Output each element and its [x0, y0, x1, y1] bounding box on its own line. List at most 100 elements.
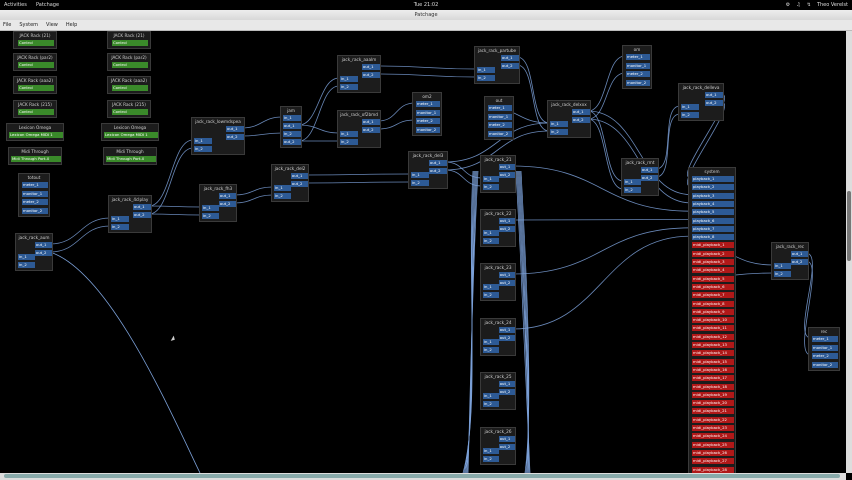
port-control[interactable]: Control: [112, 109, 148, 115]
port-out-1[interactable]: out_1: [705, 92, 723, 98]
module-om[interactable]: om meter_1 monitor_1 meter_2 monitor_2: [622, 45, 652, 89]
bluetooth-icon[interactable]: ↯: [807, 2, 811, 8]
port-in-2[interactable]: in_2: [18, 262, 36, 268]
port-in-1[interactable]: in_1: [340, 131, 358, 137]
port-midi-playback-6[interactable]: midi_playback_6: [692, 283, 734, 290]
connection-wire[interactable]: [465, 170, 477, 473]
port-midi-playback-28[interactable]: midi_playback_28: [692, 466, 734, 473]
port-midi-playback-16[interactable]: midi_playback_16: [692, 366, 734, 373]
port-midi-playback-10[interactable]: midi_playback_10: [692, 317, 734, 324]
module-system[interactable]: system playback_1 playback_2 playback_3 play…: [688, 167, 736, 473]
module-jack-rack-24[interactable]: jack_rack_24 out_1 out_2 in_1 in_2: [480, 318, 516, 356]
port-out-1[interactable]: out_1: [34, 242, 52, 248]
port-in-2[interactable]: in_2: [202, 213, 220, 219]
port-in-1[interactable]: in_1: [483, 230, 500, 236]
connection-wire[interactable]: [512, 165, 692, 212]
port-midi-playback-25[interactable]: midi_playback_25: [692, 441, 734, 448]
port-monitor-2[interactable]: monitor_2: [416, 126, 440, 133]
port-midi-playback-5[interactable]: midi_playback_5: [692, 275, 734, 282]
port-midi-playback-26[interactable]: midi_playback_26: [692, 449, 734, 456]
port-midi-playback-20[interactable]: midi_playback_20: [692, 400, 734, 407]
menu-system[interactable]: System: [19, 20, 38, 30]
connection-wire[interactable]: [587, 118, 624, 190]
port-in-1[interactable]: in_1: [483, 176, 500, 182]
module-jack-rack-21[interactable]: JACK Rack (21) Control: [13, 31, 57, 49]
port-in-1[interactable]: in_1: [483, 393, 500, 399]
port-out-2[interactable]: out_2: [429, 168, 447, 174]
port-out-2[interactable]: out_2: [572, 117, 590, 123]
port-in-2[interactable]: in_2: [681, 112, 699, 118]
port-out-2[interactable]: out_2: [498, 226, 515, 232]
module-jack-rack-del2[interactable]: jack_rack_del2 out_1 out_2 in_1 in_2: [271, 164, 309, 202]
port-out-2[interactable]: out_2: [362, 72, 380, 78]
connection-wire[interactable]: [233, 186, 274, 196]
port-in-2[interactable]: in_2: [483, 401, 500, 407]
port-lexicon-omega-midi-1[interactable]: Lexicon Omega MIDI 1: [104, 132, 158, 138]
port-lexicon-omega-midi-1[interactable]: Lexicon Omega MIDI 1: [9, 132, 63, 138]
port-in-2[interactable]: in_2: [283, 131, 301, 137]
port-midi-playback-4[interactable]: midi_playback_4: [692, 267, 734, 274]
port-in-2[interactable]: in_2: [483, 238, 500, 244]
vertical-scroll-thumb[interactable]: [847, 191, 851, 261]
clock[interactable]: Tue 21:02: [0, 2, 852, 8]
port-monitor-2[interactable]: monitor_2: [22, 207, 48, 214]
port-in-1[interactable]: in_1: [202, 205, 220, 211]
port-out-1[interactable]: out_1: [429, 160, 447, 166]
port-playback-6[interactable]: playback_6: [692, 217, 734, 224]
connection-wire[interactable]: [377, 73, 477, 78]
port-in-1[interactable]: in_1: [411, 172, 429, 178]
port-meter-2[interactable]: meter_2: [626, 71, 650, 77]
module-out[interactable]: out meter_1 monitor_1 meter_2 monitor_2: [484, 96, 514, 140]
connection-wire[interactable]: [587, 55, 626, 112]
port-out-2[interactable]: out_2: [218, 201, 236, 207]
port-out-1[interactable]: out_1: [501, 55, 519, 61]
port-out-2[interactable]: out_2: [498, 280, 515, 286]
port-out-2[interactable]: out_2: [498, 172, 515, 178]
port-in-1[interactable]: in_1: [681, 104, 699, 110]
patch-canvas[interactable]: JACK Rack (21) Control JACK Rack (21) Contr…: [0, 31, 846, 473]
module-jack-rack-aum[interactable]: jack_rack_aum out_1 out_2 in_1 in_2: [15, 233, 53, 271]
port-midi-playback-13[interactable]: midi_playback_13: [692, 342, 734, 348]
port-meter-1[interactable]: meter_1: [416, 101, 440, 107]
port-control[interactable]: Control: [18, 109, 54, 115]
port-in-2[interactable]: in_2: [483, 347, 500, 353]
connection-wire[interactable]: [377, 102, 416, 122]
port-in-1[interactable]: in_1: [283, 115, 301, 121]
module-lexicon-omega[interactable]: Lexicon Omega Lexicon Omega MIDI 1: [101, 123, 159, 141]
port-out-2[interactable]: out_2: [283, 139, 301, 145]
port-in-1[interactable]: in_1: [111, 216, 129, 222]
port-midi-playback-23[interactable]: midi_playback_23: [692, 425, 734, 431]
port-midi-playback-7[interactable]: midi_playback_7: [692, 292, 734, 299]
connection-wire[interactable]: [241, 116, 283, 129]
connection-wire[interactable]: [512, 219, 692, 221]
port-out-2[interactable]: out_2: [640, 175, 658, 181]
connection-wire[interactable]: [587, 72, 626, 120]
port-control[interactable]: Control: [18, 62, 54, 68]
user-menu[interactable]: Theo Verelst: [817, 2, 848, 8]
port-midi-playback-17[interactable]: midi_playback_17: [692, 375, 734, 382]
port-midi-playback-11[interactable]: midi_playback_11: [692, 325, 734, 332]
menu-help[interactable]: Help: [66, 20, 77, 30]
port-out-2[interactable]: out_2: [705, 100, 723, 106]
connection-wire[interactable]: [377, 119, 416, 130]
port-out-2[interactable]: out_2: [290, 181, 308, 187]
port-in-2[interactable]: in_2: [340, 84, 358, 90]
port-control[interactable]: Control: [112, 62, 148, 68]
port-meter-2[interactable]: meter_2: [488, 122, 512, 128]
vertical-scrollbar[interactable]: [846, 31, 852, 473]
port-in-1[interactable]: in_1: [483, 284, 500, 290]
module-jack-rack-215[interactable]: JACK Rack (215) Control: [13, 100, 57, 118]
module-jack-rack-of2bmd[interactable]: jack_rack_of2bmd out_1 out_2 in_1 in_2: [337, 110, 381, 148]
port-out-1[interactable]: out_1: [362, 64, 380, 70]
port-monitor-1[interactable]: monitor_1: [416, 109, 440, 116]
port-out-1[interactable]: out_1: [498, 272, 515, 278]
connection-wire[interactable]: [305, 173, 411, 176]
port-midi-through-port-0[interactable]: Midi Through Port-0: [106, 156, 156, 162]
port-in-2[interactable]: in_2: [550, 129, 568, 135]
port-midi-playback-22[interactable]: midi_playback_22: [692, 416, 734, 423]
port-playback-7[interactable]: playback_7: [692, 225, 734, 232]
port-in-1[interactable]: in_1: [483, 448, 500, 454]
port-control[interactable]: Control: [112, 85, 148, 91]
port-playback-4[interactable]: playback_4: [692, 200, 734, 207]
port-meter-1[interactable]: meter_1: [488, 105, 512, 111]
